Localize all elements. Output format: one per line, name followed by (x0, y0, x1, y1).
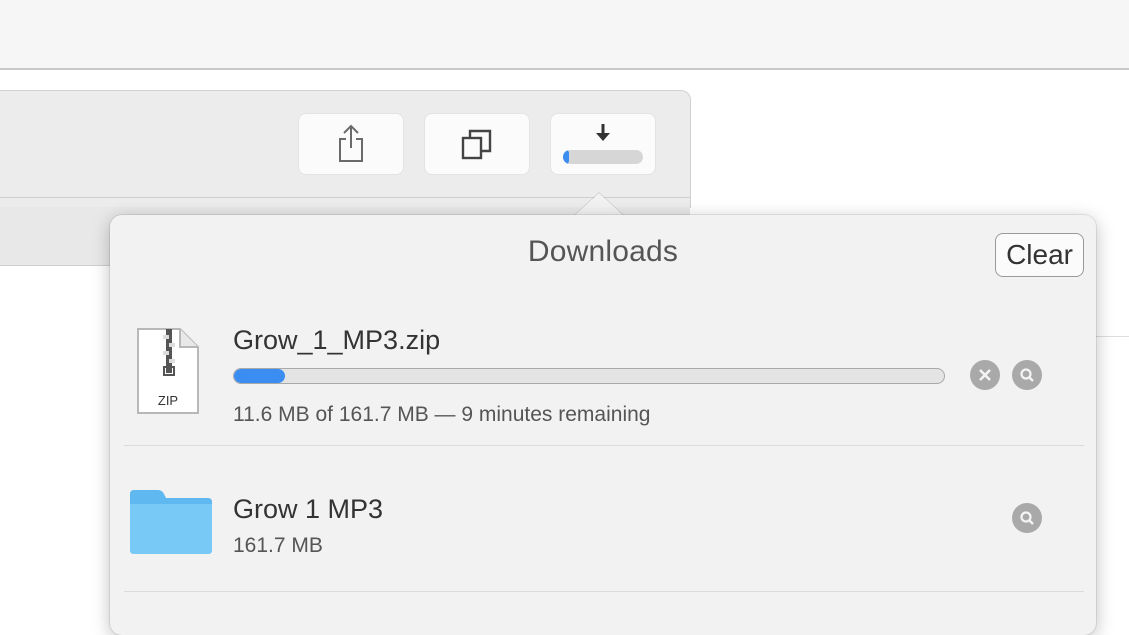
share-button[interactable] (298, 113, 404, 175)
stop-icon[interactable] (970, 360, 1000, 390)
popover-arrow (573, 193, 625, 217)
download-status-text: 11.6 MB of 161.7 MB — 9 minutes remainin… (233, 403, 651, 426)
download-progress-bar (233, 368, 945, 384)
downloads-mini-progress (563, 150, 643, 164)
clear-button[interactable]: Clear (995, 233, 1084, 277)
download-size-text: 161.7 MB (233, 534, 323, 557)
download-row[interactable]: ZIP Grow_1_MP3.zip 11.6 MB of 161.7 MB —… (110, 305, 1096, 445)
zip-file-icon: ZIP (136, 327, 200, 420)
downloads-button[interactable] (550, 113, 656, 175)
reveal-magnifier-icon[interactable] (1012, 503, 1042, 533)
tabs-overview-button[interactable] (424, 113, 530, 175)
download-row[interactable]: Grow 1 MP3 161.7 MB (110, 446, 1096, 586)
downloads-icon (561, 122, 645, 166)
window-title-bar (0, 0, 1129, 70)
zip-icon-label: ZIP (157, 393, 179, 408)
downloads-popover: Downloads Clear ZIP Grow_1_MP3.zip 11.6 … (110, 215, 1096, 635)
reveal-magnifier-icon[interactable] (1012, 360, 1042, 390)
page-divider (1096, 336, 1129, 337)
download-filename: Grow 1 MP3 (233, 494, 384, 524)
tabs-overview-icon (460, 127, 494, 161)
popover-title: Downloads (527, 235, 679, 268)
share-icon (336, 124, 366, 164)
folder-icon (128, 486, 214, 561)
row-divider (124, 591, 1084, 592)
download-filename: Grow_1_MP3.zip (233, 325, 441, 355)
